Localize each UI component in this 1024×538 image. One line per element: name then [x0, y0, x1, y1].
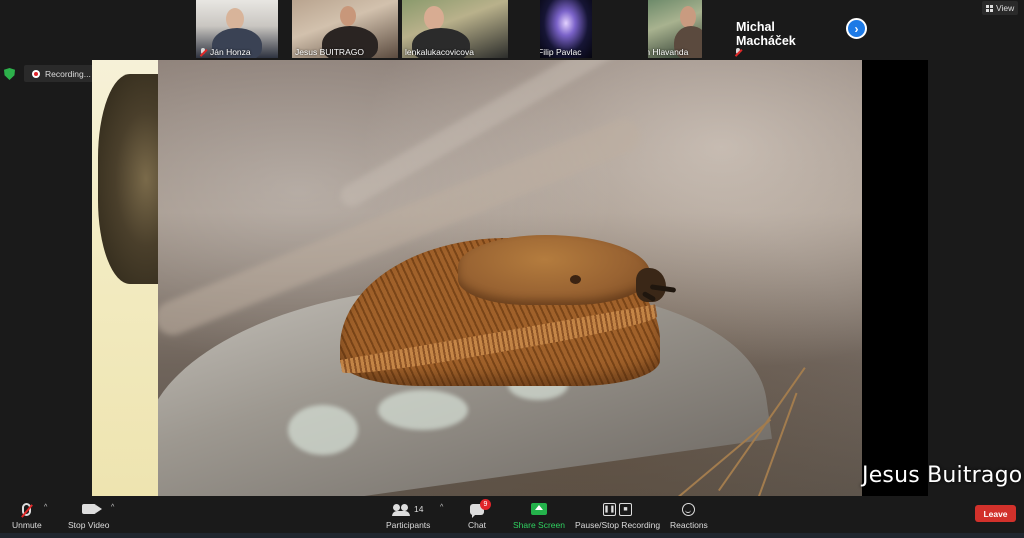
chat-unread-badge: 9 [479, 499, 491, 510]
unmute-button[interactable]: Unmute [12, 498, 42, 530]
meeting-toolbar: Unmute ^ Stop Video ^ 14 Participants ^ … [0, 496, 1024, 538]
participant-tile[interactable]: Ján Honza [196, 0, 278, 58]
participant-tile[interactable]: Ivan Hlavanda [648, 0, 702, 58]
participant-name: Ján Honza [196, 46, 254, 58]
participant-video [340, 6, 356, 26]
next-page-button[interactable]: › [846, 18, 867, 39]
reactions-button[interactable]: Reactions [670, 498, 708, 530]
slug-photo [158, 60, 862, 496]
recording-label: Recording... [45, 68, 91, 79]
participant-strip: Ján Honza Jesus BUITRAGO lenkalukacovico… [0, 0, 1024, 60]
video-camera-icon [81, 504, 102, 514]
stop-icon: ■ [619, 502, 633, 516]
microphone-muted-icon [22, 502, 32, 516]
participant-tile[interactable]: Filip Pavlac [540, 0, 592, 58]
recording-dot-icon [32, 69, 40, 78]
shared-screen [92, 60, 928, 496]
participant-video [424, 6, 444, 30]
slide-left-panel [92, 60, 158, 496]
pause-icon: ❚❚ [603, 502, 617, 516]
muted-mic-icon [734, 48, 742, 57]
slug-pneumostome [570, 275, 581, 284]
participant-name: Ivan Hlavanda [648, 46, 691, 58]
participants-icon [391, 503, 410, 516]
view-button[interactable]: View [982, 1, 1019, 15]
smiley-icon [682, 502, 696, 516]
statue-image [98, 74, 158, 284]
chat-button[interactable]: 9 Chat [468, 498, 491, 530]
participant-video [680, 6, 696, 28]
lichen [378, 390, 468, 430]
active-speaker-name: Jesus Buitrago [862, 463, 1023, 488]
pause-stop-recording-button[interactable]: ❚❚ ■ Pause/Stop Recording [575, 498, 660, 530]
participant-tile[interactable]: Jesus BUITRAGO [292, 0, 398, 58]
slug-mantle [458, 235, 650, 305]
leave-button[interactable]: Leave [975, 505, 1016, 522]
video-options-caret[interactable]: ^ [111, 504, 114, 511]
participant-video [226, 8, 244, 30]
participants-button[interactable]: 14 Participants [386, 498, 430, 530]
participant-count: 14 [413, 504, 424, 514]
share-screen-button[interactable]: Share Screen [513, 498, 565, 530]
participant-tile[interactable]: lenkalukacovicova [402, 0, 508, 58]
chevron-right-icon: › [854, 21, 859, 36]
encryption-shield-icon [4, 68, 15, 80]
stop-video-button[interactable]: Stop Video [68, 498, 109, 530]
participants-options-caret[interactable]: ^ [440, 504, 443, 511]
grid-icon [986, 4, 993, 12]
audio-options-caret[interactable]: ^ [44, 504, 47, 511]
participant-name: Filip Pavlac [540, 46, 584, 58]
os-taskbar [0, 533, 1024, 538]
muted-mic-icon [199, 47, 207, 57]
participant-name: Jesus BUITRAGO [295, 47, 364, 57]
lichen [288, 405, 358, 455]
share-screen-icon [530, 503, 547, 515]
participant-tile-name-only[interactable]: Michal Macháček [730, 0, 834, 58]
participant-name: Michal Macháček [736, 20, 796, 48]
participant-name: lenkalukacovicova [405, 47, 474, 57]
